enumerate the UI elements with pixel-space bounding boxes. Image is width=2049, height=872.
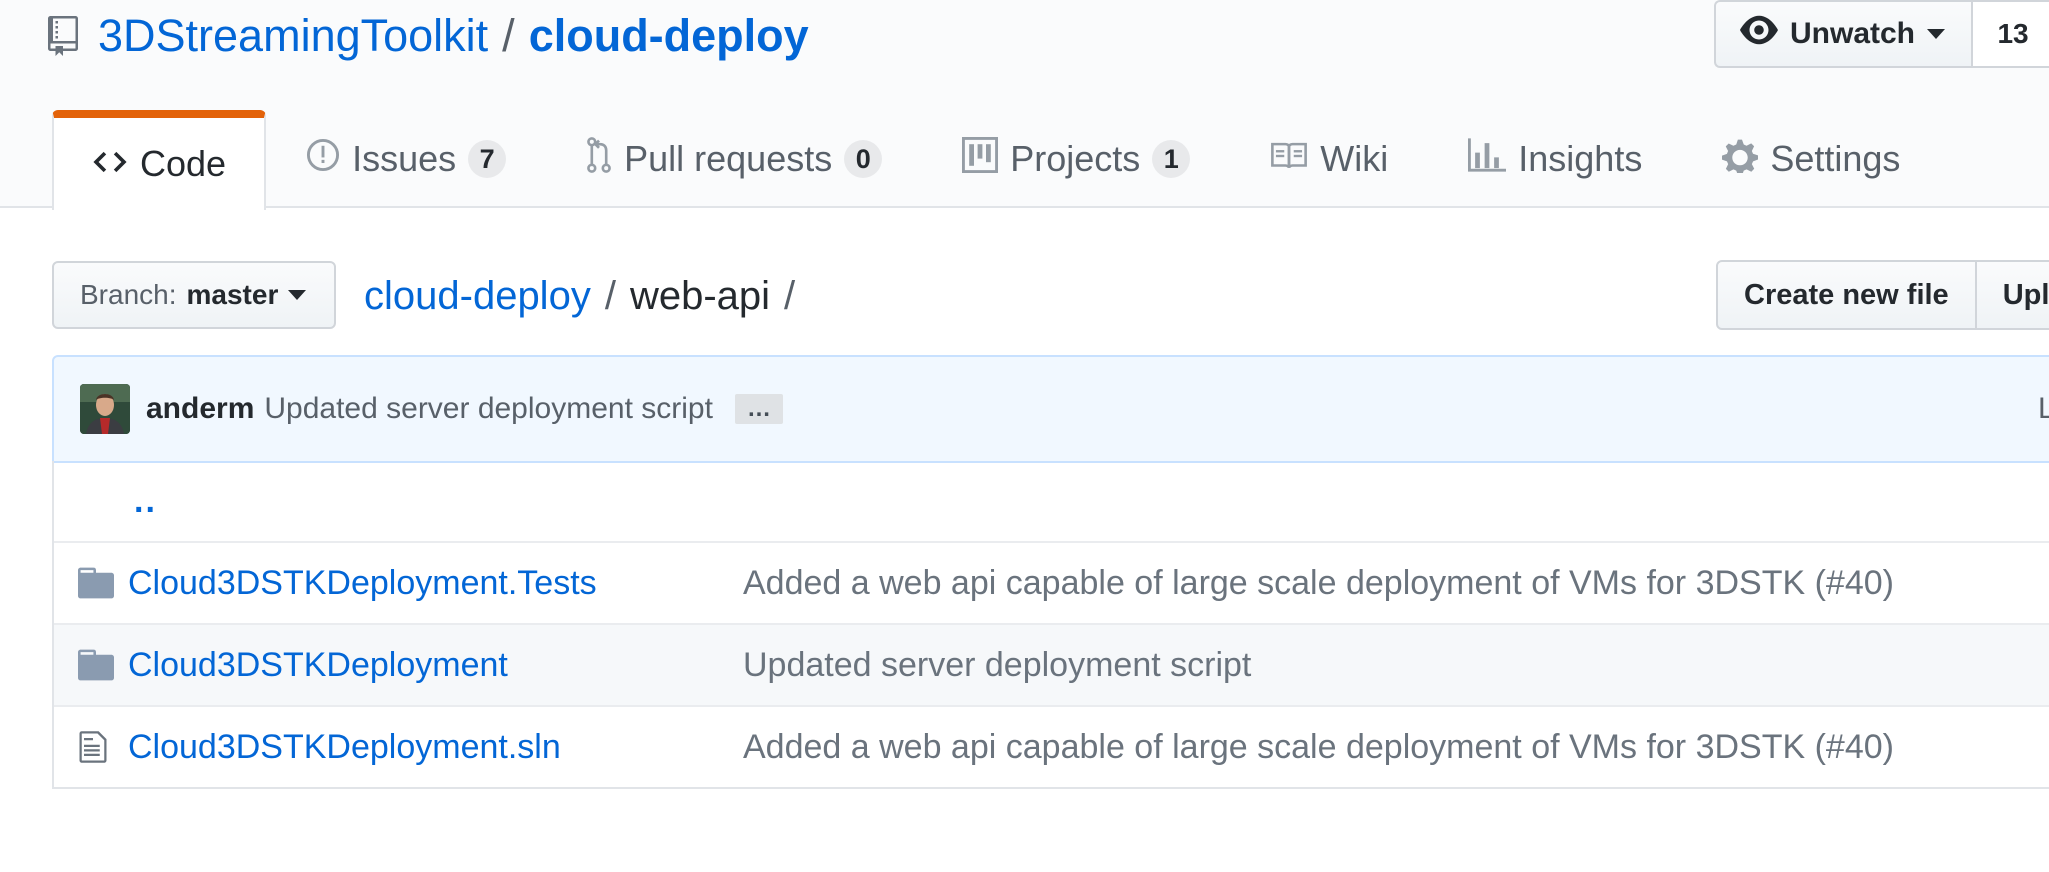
tab-code[interactable]: Code [52, 110, 267, 210]
up-directory-link[interactable]: .. [134, 482, 157, 521]
unwatch-button[interactable]: Unwatch [1714, 0, 1972, 68]
repo-name-link[interactable]: cloud-deploy [529, 10, 809, 62]
tab-settings-label: Settings [1770, 138, 1901, 179]
tab-issues[interactable]: Issues 7 [266, 110, 546, 208]
file-list: .. Cloud3DSTKDeployment.Tests Added a we… [52, 461, 2049, 789]
pull-requests-count-badge: 0 [844, 140, 883, 178]
eye-icon [1740, 15, 1778, 53]
file-actions: Create new file Upl [1716, 260, 2049, 330]
branch-name: master [186, 279, 279, 310]
branch-select-button[interactable]: Branch: master [52, 261, 336, 329]
chevron-down-icon [288, 290, 307, 300]
commit-author-link[interactable]: anderm [146, 392, 254, 426]
repo-nav-tabs: Code Issues 7 Pull requests 0 Projects 1… [52, 110, 1940, 210]
expand-commit-message-button[interactable]: … [734, 394, 783, 424]
branch-prefix-label: Branch: [80, 279, 177, 310]
up-directory-row[interactable]: .. [54, 461, 2049, 541]
tab-projects-label: Projects [1010, 138, 1141, 179]
file-name-link[interactable]: Cloud3DSTKDeployment.sln [128, 728, 561, 767]
code-icon [92, 143, 128, 185]
create-new-file-button[interactable]: Create new file [1716, 260, 1977, 330]
tab-pull-requests[interactable]: Pull requests 0 [546, 110, 922, 208]
watchers-count[interactable]: 13 [1971, 0, 2049, 68]
file-icon [78, 707, 108, 787]
projects-count-badge: 1 [1152, 140, 1191, 178]
breadcrumb-root-link[interactable]: cloud-deploy [364, 274, 591, 319]
repo-path-separator: / [502, 10, 515, 61]
breadcrumb: cloud-deploy / web-api / [364, 268, 809, 324]
unwatch-label: Unwatch [1790, 17, 1916, 50]
repo-icon [48, 15, 82, 57]
avatar[interactable] [80, 384, 130, 434]
gear-icon [1722, 137, 1759, 182]
file-commit-message-link[interactable]: Added a web api capable of large scale d… [743, 564, 1894, 603]
tab-projects[interactable]: Projects 1 [922, 110, 1230, 208]
repo-title: 3DStreamingToolkit / cloud-deploy [48, 8, 809, 64]
tab-code-label: Code [140, 143, 227, 184]
table-row: Cloud3DSTKDeployment Updated server depl… [54, 623, 2049, 705]
issues-count-badge: 7 [468, 140, 507, 178]
table-row: Cloud3DSTKDeployment.Tests Added a web a… [54, 541, 2049, 623]
file-directory-icon [78, 625, 114, 705]
chevron-down-icon [1927, 29, 1946, 39]
tab-issues-label: Issues [352, 138, 457, 179]
tab-settings[interactable]: Settings [1682, 110, 1940, 208]
breadcrumb-current-folder: web-api [629, 273, 771, 318]
file-commit-message-link[interactable]: Added a web api capable of large scale d… [743, 728, 1894, 767]
git-pull-request-icon [586, 136, 612, 182]
watch-button-group: Unwatch 13 [1714, 0, 2049, 68]
file-directory-icon [78, 543, 114, 623]
file-commit-message-link[interactable]: Updated server deployment script [743, 646, 1251, 685]
table-row: Cloud3DSTKDeployment.sln Added a web api… [54, 705, 2049, 787]
file-name-link[interactable]: Cloud3DSTKDeployment.Tests [128, 564, 597, 603]
file-name-link[interactable]: Cloud3DSTKDeployment [128, 646, 508, 685]
tab-wiki-label: Wiki [1320, 138, 1389, 179]
tab-insights-label: Insights [1518, 138, 1643, 179]
repo-owner-link[interactable]: 3DStreamingToolkit [98, 10, 488, 62]
tab-pull-requests-label: Pull requests [624, 138, 833, 179]
latest-commit-label: Lates [2038, 392, 2049, 425]
breadcrumb-separator: / [784, 273, 796, 318]
project-icon [962, 136, 999, 182]
upload-files-button[interactable]: Upl [1976, 260, 2049, 330]
breadcrumb-separator: / [604, 273, 616, 318]
commit-message-link[interactable]: Updated server deployment script [264, 392, 713, 426]
issue-opened-icon [306, 138, 340, 181]
tab-wiki[interactable]: Wiki [1230, 110, 1428, 208]
book-icon [1270, 138, 1308, 180]
graph-icon [1468, 137, 1507, 181]
tab-insights[interactable]: Insights [1428, 110, 1682, 208]
commit-tease: anderm Updated server deployment script … [52, 355, 2049, 463]
